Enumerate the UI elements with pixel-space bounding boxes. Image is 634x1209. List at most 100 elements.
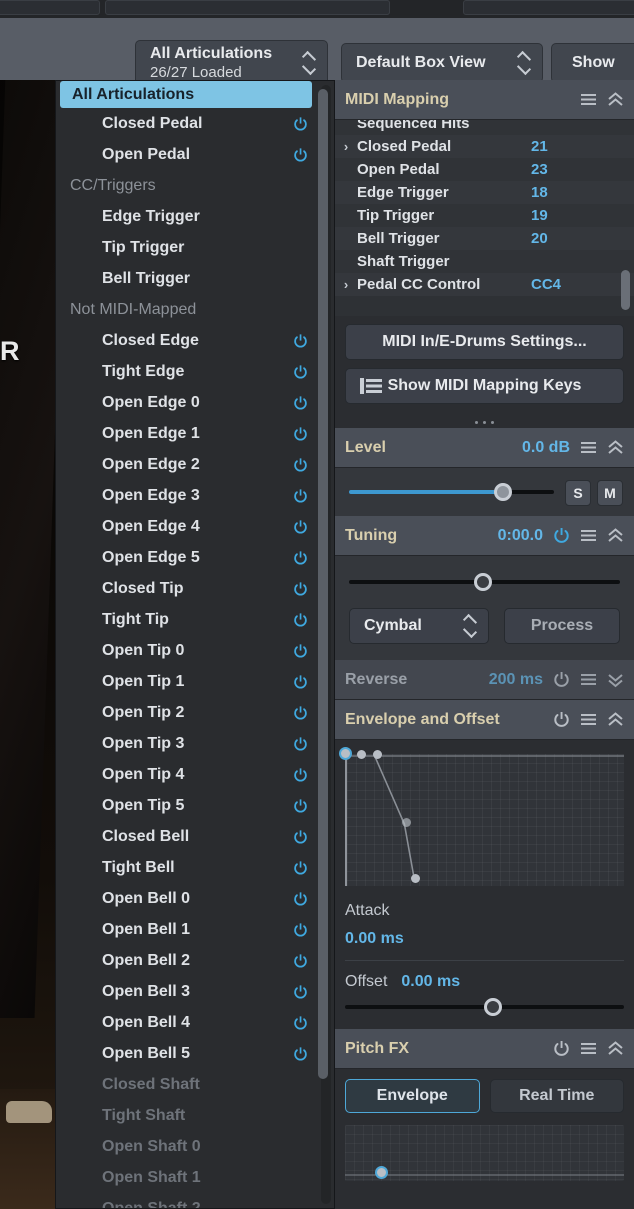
power-toggle-icon[interactable] bbox=[293, 643, 308, 658]
hamburger-menu-icon[interactable] bbox=[580, 671, 597, 688]
midi-row-value[interactable]: 18 bbox=[531, 184, 548, 201]
offset-slider-track[interactable] bbox=[345, 998, 624, 1016]
power-toggle-icon[interactable] bbox=[293, 1046, 308, 1061]
midi-mapping-header[interactable]: MIDI Mapping bbox=[335, 80, 634, 120]
power-toggle-icon[interactable] bbox=[293, 736, 308, 751]
midi-mapping-row[interactable]: › Closed Pedal 21 bbox=[335, 135, 634, 158]
articulation-list-item[interactable]: Open Pedal bbox=[56, 139, 320, 170]
articulation-list-item[interactable]: Tight Tip bbox=[56, 604, 320, 635]
midi-mapping-row[interactable]: Open Pedal 23 bbox=[335, 158, 634, 181]
power-toggle-icon[interactable] bbox=[293, 953, 308, 968]
level-slider-knob[interactable] bbox=[494, 483, 512, 501]
solo-button[interactable]: S bbox=[565, 480, 591, 506]
articulation-list-item[interactable]: Open Tip 0 bbox=[56, 635, 320, 666]
tuning-header[interactable]: Tuning 0:00.0 bbox=[335, 516, 634, 556]
show-midi-keys-button[interactable]: Show MIDI Mapping Keys bbox=[345, 368, 624, 404]
midi-settings-button[interactable]: MIDI In/E-Drums Settings... bbox=[345, 324, 624, 360]
expand-chevron-right-icon[interactable]: › bbox=[335, 139, 357, 154]
envelope-node-2[interactable] bbox=[373, 750, 382, 759]
articulation-list-item[interactable]: Open Edge 0 bbox=[56, 387, 320, 418]
top-strip-field-3[interactable] bbox=[105, 0, 390, 15]
collapse-chevron-up-icon[interactable] bbox=[607, 711, 624, 728]
midi-row-value[interactable]: 19 bbox=[531, 207, 548, 224]
power-toggle-icon[interactable] bbox=[293, 922, 308, 937]
articulation-list-item[interactable]: Open Shaft 0 bbox=[56, 1131, 320, 1162]
show-menu-button[interactable]: Show bbox=[551, 43, 634, 83]
envelope-node-4[interactable] bbox=[411, 874, 420, 883]
power-toggle-icon[interactable] bbox=[553, 1040, 570, 1057]
power-toggle-icon[interactable] bbox=[293, 674, 308, 689]
box-view-selector-button[interactable]: Default Box View bbox=[341, 43, 543, 83]
articulation-list-item[interactable]: Closed Pedal bbox=[56, 108, 320, 139]
power-toggle-icon[interactable] bbox=[553, 671, 570, 688]
articulation-list-item[interactable]: Open Edge 3 bbox=[56, 480, 320, 511]
midi-mapping-row[interactable]: Shaft Trigger bbox=[335, 250, 634, 273]
expand-chevron-right-icon[interactable]: › bbox=[335, 277, 357, 292]
midi-mapping-row[interactable]: Edge Trigger 18 bbox=[335, 181, 634, 204]
tuning-process-button[interactable]: Process bbox=[504, 608, 620, 644]
hamburger-menu-icon[interactable] bbox=[580, 439, 597, 456]
hamburger-menu-icon[interactable] bbox=[580, 91, 597, 108]
power-toggle-icon[interactable] bbox=[293, 798, 308, 813]
power-toggle-icon[interactable] bbox=[293, 488, 308, 503]
articulation-dropdown[interactable]: All Articulations Closed Pedal Open Pedal C… bbox=[55, 80, 335, 1209]
articulation-list-item[interactable]: Open Bell 0 bbox=[56, 883, 320, 914]
power-toggle-icon[interactable] bbox=[293, 550, 308, 565]
envelope-graph[interactable] bbox=[339, 747, 624, 886]
articulation-list-item[interactable]: Open Bell 3 bbox=[56, 976, 320, 1007]
power-toggle-icon[interactable] bbox=[293, 116, 308, 131]
articulation-list-item[interactable]: Open Tip 4 bbox=[56, 759, 320, 790]
dropdown-scrollbar-thumb[interactable] bbox=[318, 89, 328, 1079]
mute-button[interactable]: M bbox=[597, 480, 623, 506]
power-toggle-icon[interactable] bbox=[293, 829, 308, 844]
articulation-list-item[interactable]: Open Tip 2 bbox=[56, 697, 320, 728]
articulation-list-item[interactable]: Bell Trigger bbox=[56, 263, 320, 294]
articulation-list-item[interactable]: Open Shaft 2 bbox=[56, 1193, 320, 1209]
pitch-fx-graph[interactable] bbox=[345, 1125, 624, 1181]
level-header[interactable]: Level 0.0 dB bbox=[335, 428, 634, 468]
articulation-list-item[interactable]: Tip Trigger bbox=[56, 232, 320, 263]
collapse-chevron-up-icon[interactable] bbox=[607, 91, 624, 108]
articulation-list-item[interactable]: Open Bell 4 bbox=[56, 1007, 320, 1038]
tuning-preset-select[interactable]: Cymbal bbox=[349, 608, 489, 644]
articulation-list-item[interactable]: Open Edge 2 bbox=[56, 449, 320, 480]
power-toggle-icon[interactable] bbox=[293, 457, 308, 472]
articulation-list-item[interactable]: Open Bell 2 bbox=[56, 945, 320, 976]
articulation-list-item[interactable]: Edge Trigger bbox=[56, 201, 320, 232]
top-strip-field-4[interactable] bbox=[463, 0, 634, 15]
midi-mapping-row[interactable]: › Pedal CC Control CC4 bbox=[335, 273, 634, 296]
envelope-header[interactable]: Envelope and Offset bbox=[335, 700, 634, 740]
power-toggle-icon[interactable] bbox=[293, 767, 308, 782]
power-toggle-icon[interactable] bbox=[293, 426, 308, 441]
dropdown-scrollbar-track[interactable] bbox=[318, 85, 331, 1204]
collapse-chevron-up-icon[interactable] bbox=[607, 1040, 624, 1057]
pitch-fx-header[interactable]: Pitch FX bbox=[335, 1029, 634, 1069]
articulation-list-item[interactable]: Tight Shaft bbox=[56, 1100, 320, 1131]
articulation-list-item[interactable]: Open Edge 4 bbox=[56, 511, 320, 542]
midi-mapping-row[interactable]: Sequenced Hits bbox=[335, 120, 634, 135]
power-toggle-icon[interactable] bbox=[293, 612, 308, 627]
power-toggle-icon[interactable] bbox=[293, 519, 308, 534]
offset-slider-knob[interactable] bbox=[484, 998, 502, 1016]
articulation-list-item[interactable]: Tight Edge bbox=[56, 356, 320, 387]
attack-value[interactable]: 0.00 ms bbox=[345, 930, 624, 948]
pitch-fx-node[interactable] bbox=[375, 1166, 388, 1179]
tab-real-time[interactable]: Real Time bbox=[489, 1079, 624, 1113]
hamburger-menu-icon[interactable] bbox=[580, 711, 597, 728]
midi-row-value[interactable]: 23 bbox=[531, 161, 548, 178]
panel-drag-handle[interactable] bbox=[335, 416, 634, 428]
articulation-list-item[interactable]: Open Edge 1 bbox=[56, 418, 320, 449]
reverse-header[interactable]: Reverse 200 ms bbox=[335, 660, 634, 700]
level-slider-fill[interactable] bbox=[349, 490, 504, 494]
power-toggle-icon[interactable] bbox=[293, 581, 308, 596]
power-toggle-icon[interactable] bbox=[293, 891, 308, 906]
midi-row-value[interactable]: CC4 bbox=[531, 276, 561, 293]
envelope-node-3[interactable] bbox=[402, 818, 411, 827]
power-toggle-icon[interactable] bbox=[553, 711, 570, 728]
hamburger-menu-icon[interactable] bbox=[580, 1040, 597, 1057]
articulation-list-item[interactable]: All Articulations bbox=[60, 81, 312, 108]
articulation-list-item[interactable]: Closed Bell bbox=[56, 821, 320, 852]
envelope-node-1[interactable] bbox=[357, 750, 366, 759]
tab-envelope[interactable]: Envelope bbox=[345, 1079, 480, 1113]
power-toggle-icon[interactable] bbox=[293, 364, 308, 379]
